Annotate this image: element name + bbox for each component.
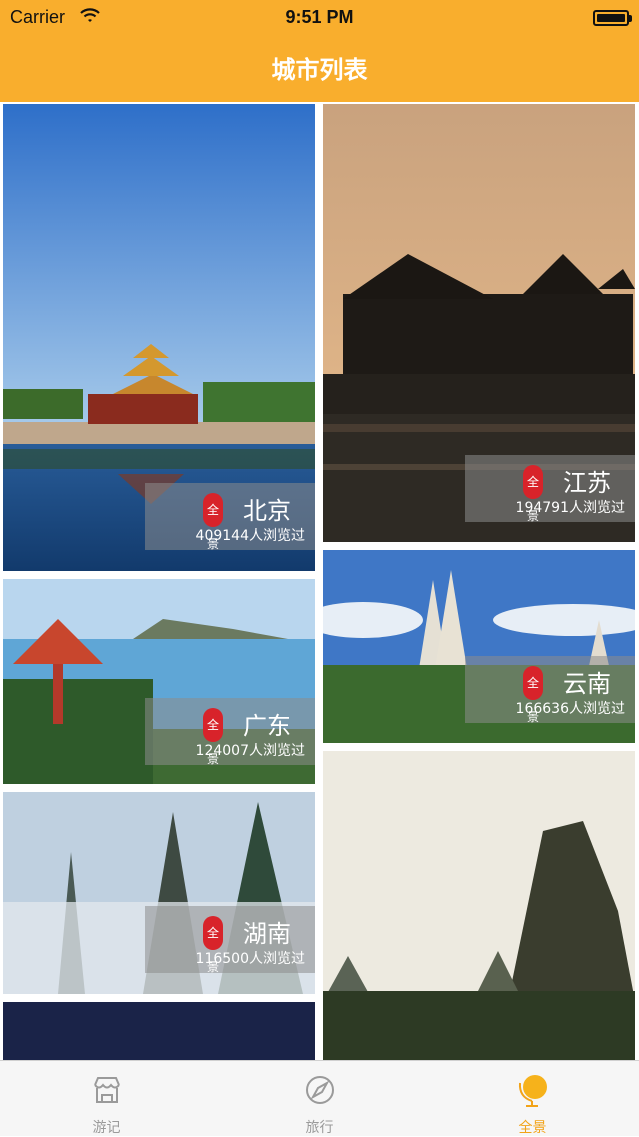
battery-icon [593,10,632,26]
page-title: 城市列表 [271,56,368,84]
city-info-overlay: 全景 湖南 116500人浏览过 [145,906,315,974]
view-count: 124007人浏览过 [195,743,305,759]
tab-label: 旅行 [305,1120,334,1136]
status-bar: Carrier 9:51 PM [0,0,639,38]
status-time: 9:51 PM [285,7,354,27]
city-card-yunnan[interactable]: 全景 云南 166636人浏览过 [323,550,635,743]
globe-icon [518,1075,547,1107]
city-name: 江苏 [563,469,611,497]
shop-icon [93,1077,120,1103]
tab-bar: 游记 旅行 全景 [0,1060,639,1136]
tab-travelogue[interactable]: 游记 [0,1061,213,1137]
tab-panorama[interactable]: 全景 [426,1061,639,1137]
city-name: 云南 [563,670,611,698]
panorama-stamp-icon: 全景 [203,916,223,974]
city-card-jiangsu[interactable]: 全景 江苏 194791人浏览过 [323,104,635,542]
city-name: 湖南 [243,920,291,948]
view-count: 194791人浏览过 [515,500,625,516]
city-card-guangdong[interactable]: 全景 广东 124007人浏览过 [3,579,315,784]
city-grid: 全景 北京 409144人浏览过 全景 江苏 194791人浏览过 全景 广东 … [0,102,639,1060]
city-name: 北京 [243,497,291,525]
panorama-stamp-icon: 全景 [203,708,223,766]
tab-travel[interactable]: 旅行 [213,1061,426,1137]
city-card-beijing[interactable]: 全景 北京 409144人浏览过 [3,104,315,571]
view-count: 166636人浏览过 [515,701,625,717]
city-info-overlay: 全景 江苏 194791人浏览过 [465,455,635,523]
city-info-overlay: 全景 北京 409144人浏览过 [145,483,315,551]
tab-label: 全景 [518,1120,547,1136]
night-photo [3,1002,315,1060]
nav-header: Carrier 9:51 PM 城市列表 [0,0,639,102]
tab-label: 游记 [92,1120,121,1136]
city-info-overlay: 全景 广东 124007人浏览过 [145,698,315,766]
view-count: 116500人浏览过 [195,951,305,967]
city-info-overlay: 全景 云南 166636人浏览过 [465,656,635,724]
karst-photo [323,751,635,1060]
view-count: 409144人浏览过 [195,528,305,544]
city-card-partial[interactable] [3,1002,315,1060]
city-card-hunan[interactable]: 全景 湖南 116500人浏览过 [3,792,315,994]
panorama-stamp-icon: 全景 [523,465,543,523]
panorama-stamp-icon: 全景 [203,493,223,551]
panorama-stamp-icon: 全景 [523,666,543,724]
city-card-partial[interactable] [323,751,635,1060]
city-name: 广东 [243,712,291,740]
compass-icon [305,1076,334,1104]
